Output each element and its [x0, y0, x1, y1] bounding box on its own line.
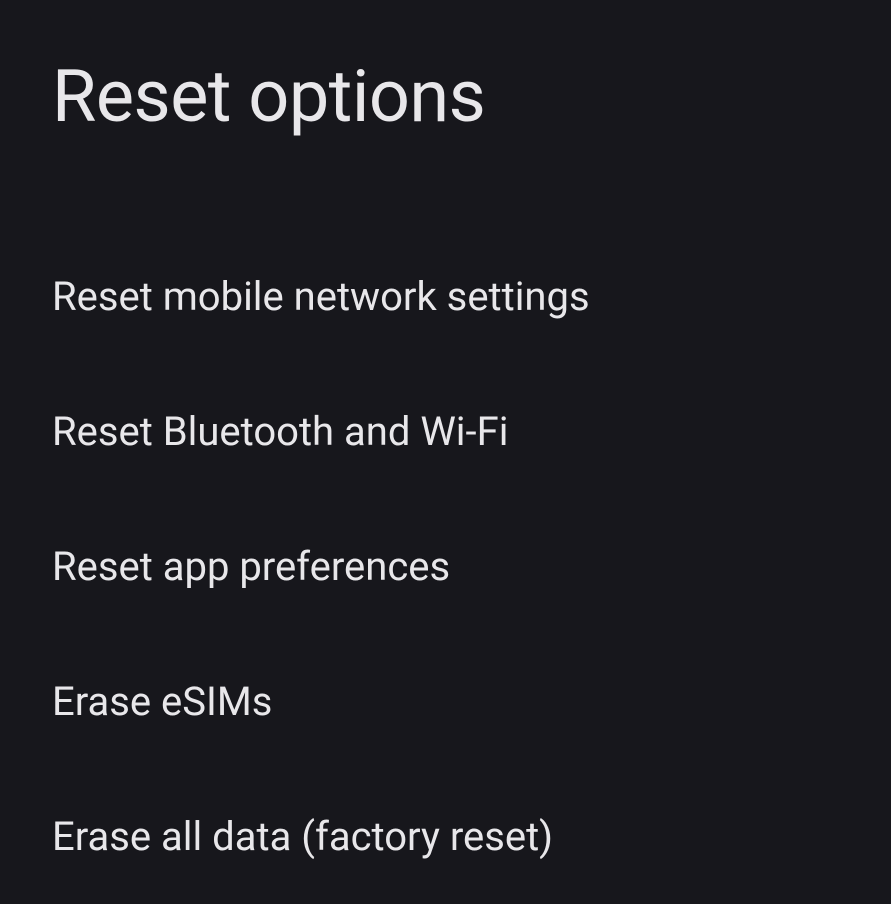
- option-erase-all-data[interactable]: Erase all data (factory reset): [0, 769, 891, 904]
- option-reset-bluetooth-wifi[interactable]: Reset Bluetooth and Wi-Fi: [0, 364, 891, 499]
- option-label: Reset mobile network settings: [52, 273, 590, 320]
- option-reset-mobile-network[interactable]: Reset mobile network settings: [0, 229, 891, 364]
- option-label: Reset app preferences: [52, 543, 450, 590]
- reset-options-list: Reset mobile network settings Reset Blue…: [0, 139, 891, 904]
- option-label: Reset Bluetooth and Wi-Fi: [52, 408, 508, 455]
- option-reset-app-preferences[interactable]: Reset app preferences: [0, 499, 891, 634]
- option-label: Erase eSIMs: [52, 678, 272, 725]
- option-erase-esims[interactable]: Erase eSIMs: [0, 634, 891, 769]
- page-title: Reset options: [0, 0, 891, 139]
- option-label: Erase all data (factory reset): [52, 813, 553, 860]
